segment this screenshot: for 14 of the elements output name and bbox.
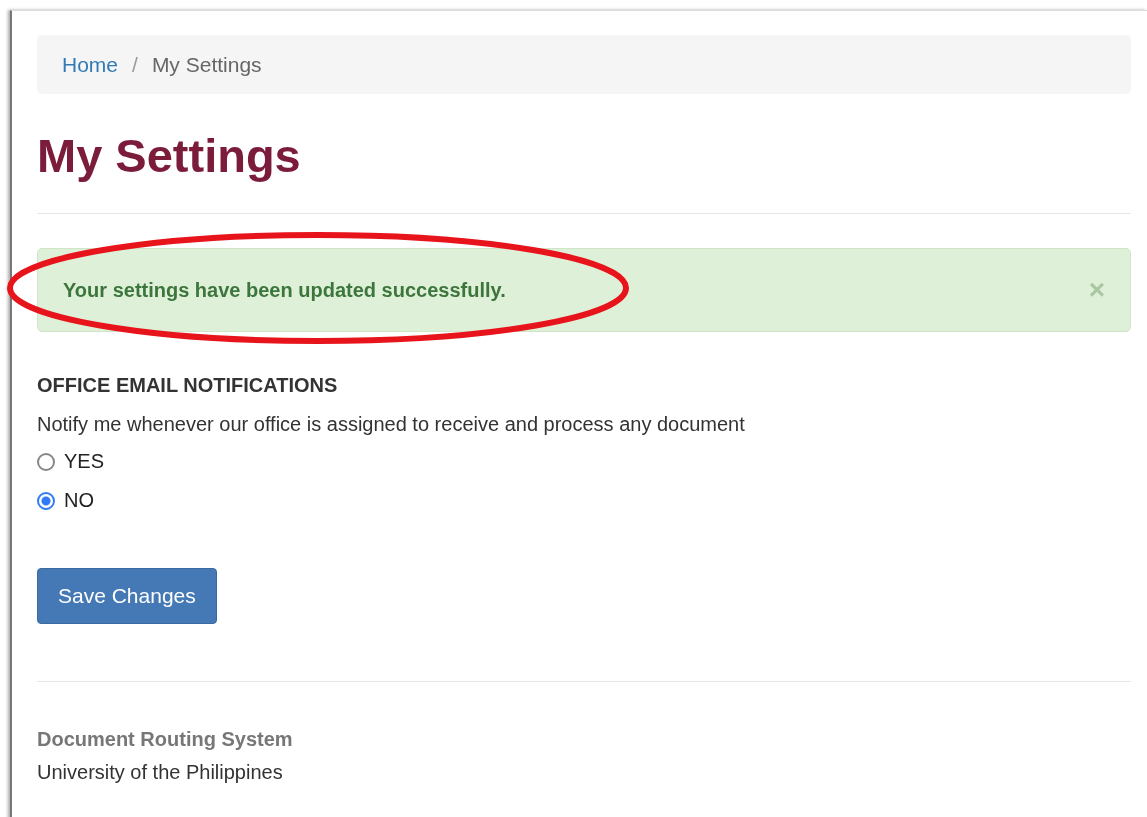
radio-label[interactable]: YES xyxy=(64,450,105,473)
section-heading: OFFICE EMAIL NOTIFICATIONS xyxy=(37,374,339,397)
footer-title: Document Routing System xyxy=(37,728,294,751)
radio-button[interactable] xyxy=(37,452,55,471)
save-button[interactable]: Save Changes xyxy=(37,568,217,624)
section-description: Notify me whenever our office is assigned to receive and process any document xyxy=(37,413,746,436)
breadcrumb-link[interactable]: Home xyxy=(62,52,119,77)
radio-button[interactable] xyxy=(37,491,55,510)
footer-subtitle: University of the Philippines xyxy=(37,761,284,784)
breadcrumb-current: My Settings xyxy=(151,52,262,77)
breadcrumb-separator: / xyxy=(132,52,138,77)
alert-message: Your settings have been updated successfully. xyxy=(63,278,506,302)
radio-label[interactable]: NO xyxy=(64,489,94,512)
page-title: My Settings xyxy=(37,128,302,183)
